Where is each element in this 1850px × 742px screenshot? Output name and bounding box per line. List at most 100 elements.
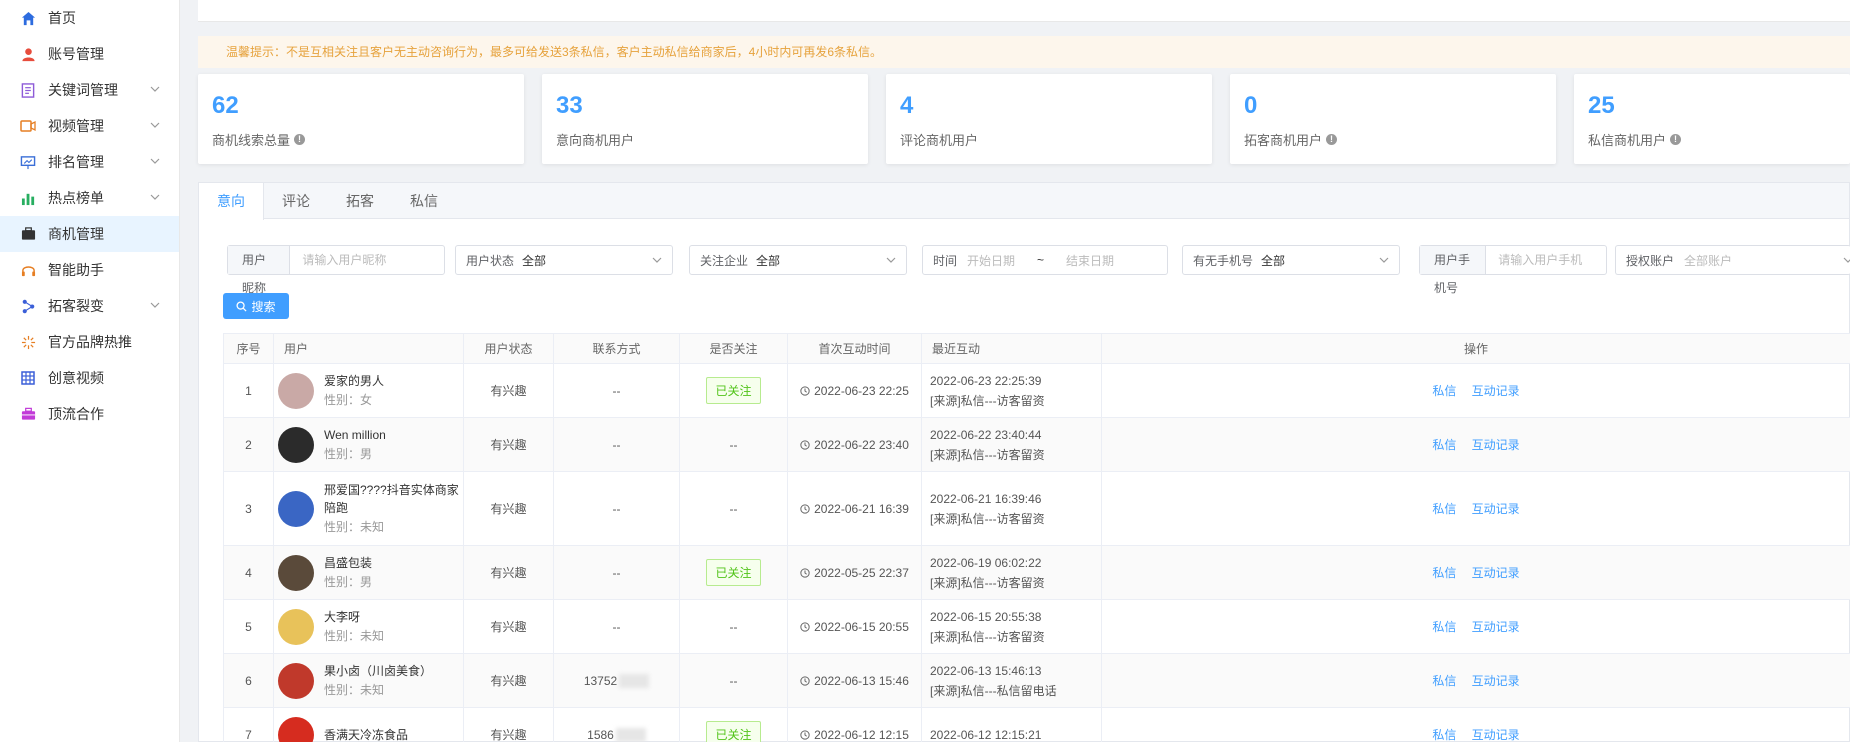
sidebar-item-opportunities[interactable]: 商机管理	[0, 216, 179, 252]
cell-first-time: 2022-05-25 22:37	[787, 545, 922, 600]
recent-time: 2022-06-15 20:55:38	[930, 609, 1042, 624]
sidebar-item-hot-list[interactable]: 热点榜单	[0, 180, 179, 216]
info-icon[interactable]: !	[1326, 134, 1338, 145]
sidebar-item-assistant[interactable]: 智能助手	[0, 252, 179, 288]
user-text: 果小卤（川卤美食） 性别：未知	[324, 662, 432, 700]
avatar[interactable]	[278, 662, 314, 699]
tab-bar: 意向 评论 拓客 私信	[199, 183, 1849, 220]
sidebar-item-videos[interactable]: 视频管理	[0, 108, 179, 144]
cell-followed: 已关注	[679, 707, 788, 742]
cell-recent: 2022-06-12 12:15:21	[921, 707, 1102, 742]
table-row: 4 昌盛包装 性别：男 有兴趣 -- 已关注 2022-05-25 22:37 …	[223, 545, 1850, 600]
date-range-picker[interactable]: 时间 开始日期 ~ 结束日期	[922, 245, 1168, 275]
interaction-history-link[interactable]: 互动记录	[1472, 438, 1520, 452]
sidebar-item-brand-promo[interactable]: 官方品牌热推	[0, 324, 179, 360]
cell-recent: 2022-06-19 06:02:22 [来源]私信---访客留资	[921, 545, 1102, 600]
private-message-link[interactable]: 私信	[1432, 502, 1456, 516]
user-name: 果小卤（川卤美食）	[324, 663, 433, 678]
sidebar-item-home[interactable]: 首页	[0, 0, 179, 36]
info-icon[interactable]: !	[1670, 134, 1682, 145]
stat-label: 评论商机用户	[900, 130, 978, 149]
cell-index: 3	[223, 471, 274, 546]
sidebar-item-label: 顶流合作	[48, 406, 104, 422]
clock-icon	[800, 439, 810, 450]
private-message-link[interactable]: 私信	[1432, 728, 1456, 742]
info-icon[interactable]: !	[294, 134, 306, 145]
tab-private-message[interactable]: 私信	[392, 183, 456, 219]
cell-ops: 私信 互动记录	[1101, 363, 1850, 418]
cell-ops: 私信 互动记录	[1101, 417, 1850, 472]
cell-index: 5	[223, 599, 274, 654]
table-row: 1 爱家的男人 性别：女 有兴趣 -- 已关注 2022-06-23 22:25…	[223, 363, 1850, 418]
cell-contact: --	[553, 363, 680, 418]
sidebar-item-ranking[interactable]: 排名管理	[0, 144, 179, 180]
recent-source: [来源]私信---私信留电话	[930, 683, 1057, 698]
has-phone-select[interactable]: 有无手机号 全部	[1182, 245, 1400, 275]
private-message-link[interactable]: 私信	[1432, 438, 1456, 452]
user-gender: 性别：男	[324, 574, 373, 589]
followed-text: --	[729, 619, 738, 634]
auth-value: 全部账户	[1684, 253, 1733, 268]
interaction-history-link[interactable]: 互动记录	[1472, 384, 1520, 398]
avatar[interactable]	[278, 426, 314, 463]
private-message-link[interactable]: 私信	[1432, 384, 1456, 398]
user-name: 大李呀	[324, 609, 361, 624]
interaction-history-link[interactable]: 互动记录	[1472, 620, 1520, 634]
sidebar-item-label: 首页	[48, 10, 76, 26]
stat-value: 4	[900, 92, 914, 119]
avatar[interactable]	[278, 608, 314, 645]
avatar[interactable]	[278, 554, 314, 591]
has-phone-value: 全部	[1261, 253, 1286, 268]
film-grid-icon	[20, 370, 36, 386]
status-value: 全部	[522, 253, 547, 268]
interaction-history-link[interactable]: 互动记录	[1472, 728, 1520, 742]
followed-text: --	[729, 673, 738, 688]
clock-icon	[800, 621, 810, 632]
user-gender: 性别：未知	[324, 682, 385, 697]
avatar[interactable]	[278, 490, 314, 527]
sidebar-item-creative-video[interactable]: 创意视频	[0, 360, 179, 396]
phone-input[interactable]	[1486, 253, 1606, 267]
interaction-history-link[interactable]: 互动记录	[1472, 502, 1520, 516]
interaction-history-link[interactable]: 互动记录	[1472, 566, 1520, 580]
avatar[interactable]	[278, 372, 314, 409]
followed-badge: 已关注	[706, 721, 761, 742]
first-time-text: 2022-06-21 16:39	[814, 501, 909, 516]
followed-text: --	[729, 501, 738, 516]
status-label: 用户状态	[466, 253, 515, 268]
sidebar-item-account[interactable]: 账号管理	[0, 36, 179, 72]
private-message-link[interactable]: 私信	[1432, 566, 1456, 580]
followed-text: --	[729, 437, 738, 452]
sidebar-item-label: 关键词管理	[48, 82, 118, 98]
sidebar-item-keywords[interactable]: 关键词管理	[0, 72, 179, 108]
sidebar-item-label: 官方品牌热推	[48, 334, 132, 350]
auth-account-select[interactable]: 授权账户 全部账户	[1615, 245, 1850, 275]
sparkle-icon	[20, 334, 36, 350]
main-content: 温馨提示：不是互相关注且客户无主动咨询行为，最多可给发送3条私信，客户主动私信给…	[180, 0, 1850, 742]
search-button[interactable]: 搜索	[223, 293, 289, 319]
cell-followed: --	[679, 653, 788, 708]
stat-label: 拓客商机用户!	[1244, 130, 1338, 149]
tab-intent[interactable]: 意向	[199, 183, 264, 220]
start-date[interactable]: 开始日期	[965, 252, 1015, 269]
opportunity-panel: 意向 评论 拓客 私信 用户昵称 用户状态 全部 关注企业 全部 时间 开始日	[198, 182, 1850, 742]
private-message-link[interactable]: 私信	[1432, 620, 1456, 634]
recent-interaction: 2022-06-15 20:55:38 [来源]私信---访客留资	[922, 607, 1101, 647]
end-date[interactable]: 结束日期	[1066, 252, 1114, 269]
company-select[interactable]: 关注企业 全部	[689, 245, 907, 275]
sidebar-item-top-collab[interactable]: 顶流合作	[0, 396, 179, 432]
sidebar-item-label: 视频管理	[48, 118, 104, 134]
nickname-input[interactable]	[290, 253, 444, 267]
private-message-link[interactable]: 私信	[1432, 674, 1456, 688]
user-gender: 性别：未知	[324, 628, 385, 643]
avatar[interactable]	[278, 716, 314, 742]
first-time: 2022-06-22 23:40	[788, 438, 921, 452]
status-select[interactable]: 用户状态 全部	[455, 245, 673, 275]
col-first-time: 首次互动时间	[787, 333, 922, 364]
interaction-history-link[interactable]: 互动记录	[1472, 674, 1520, 688]
cell-followed: 已关注	[679, 363, 788, 418]
cell-followed: --	[679, 417, 788, 472]
tab-comment[interactable]: 评论	[264, 183, 328, 219]
tab-acquire[interactable]: 拓客	[328, 183, 392, 219]
sidebar-item-fission[interactable]: 拓客裂变	[0, 288, 179, 324]
